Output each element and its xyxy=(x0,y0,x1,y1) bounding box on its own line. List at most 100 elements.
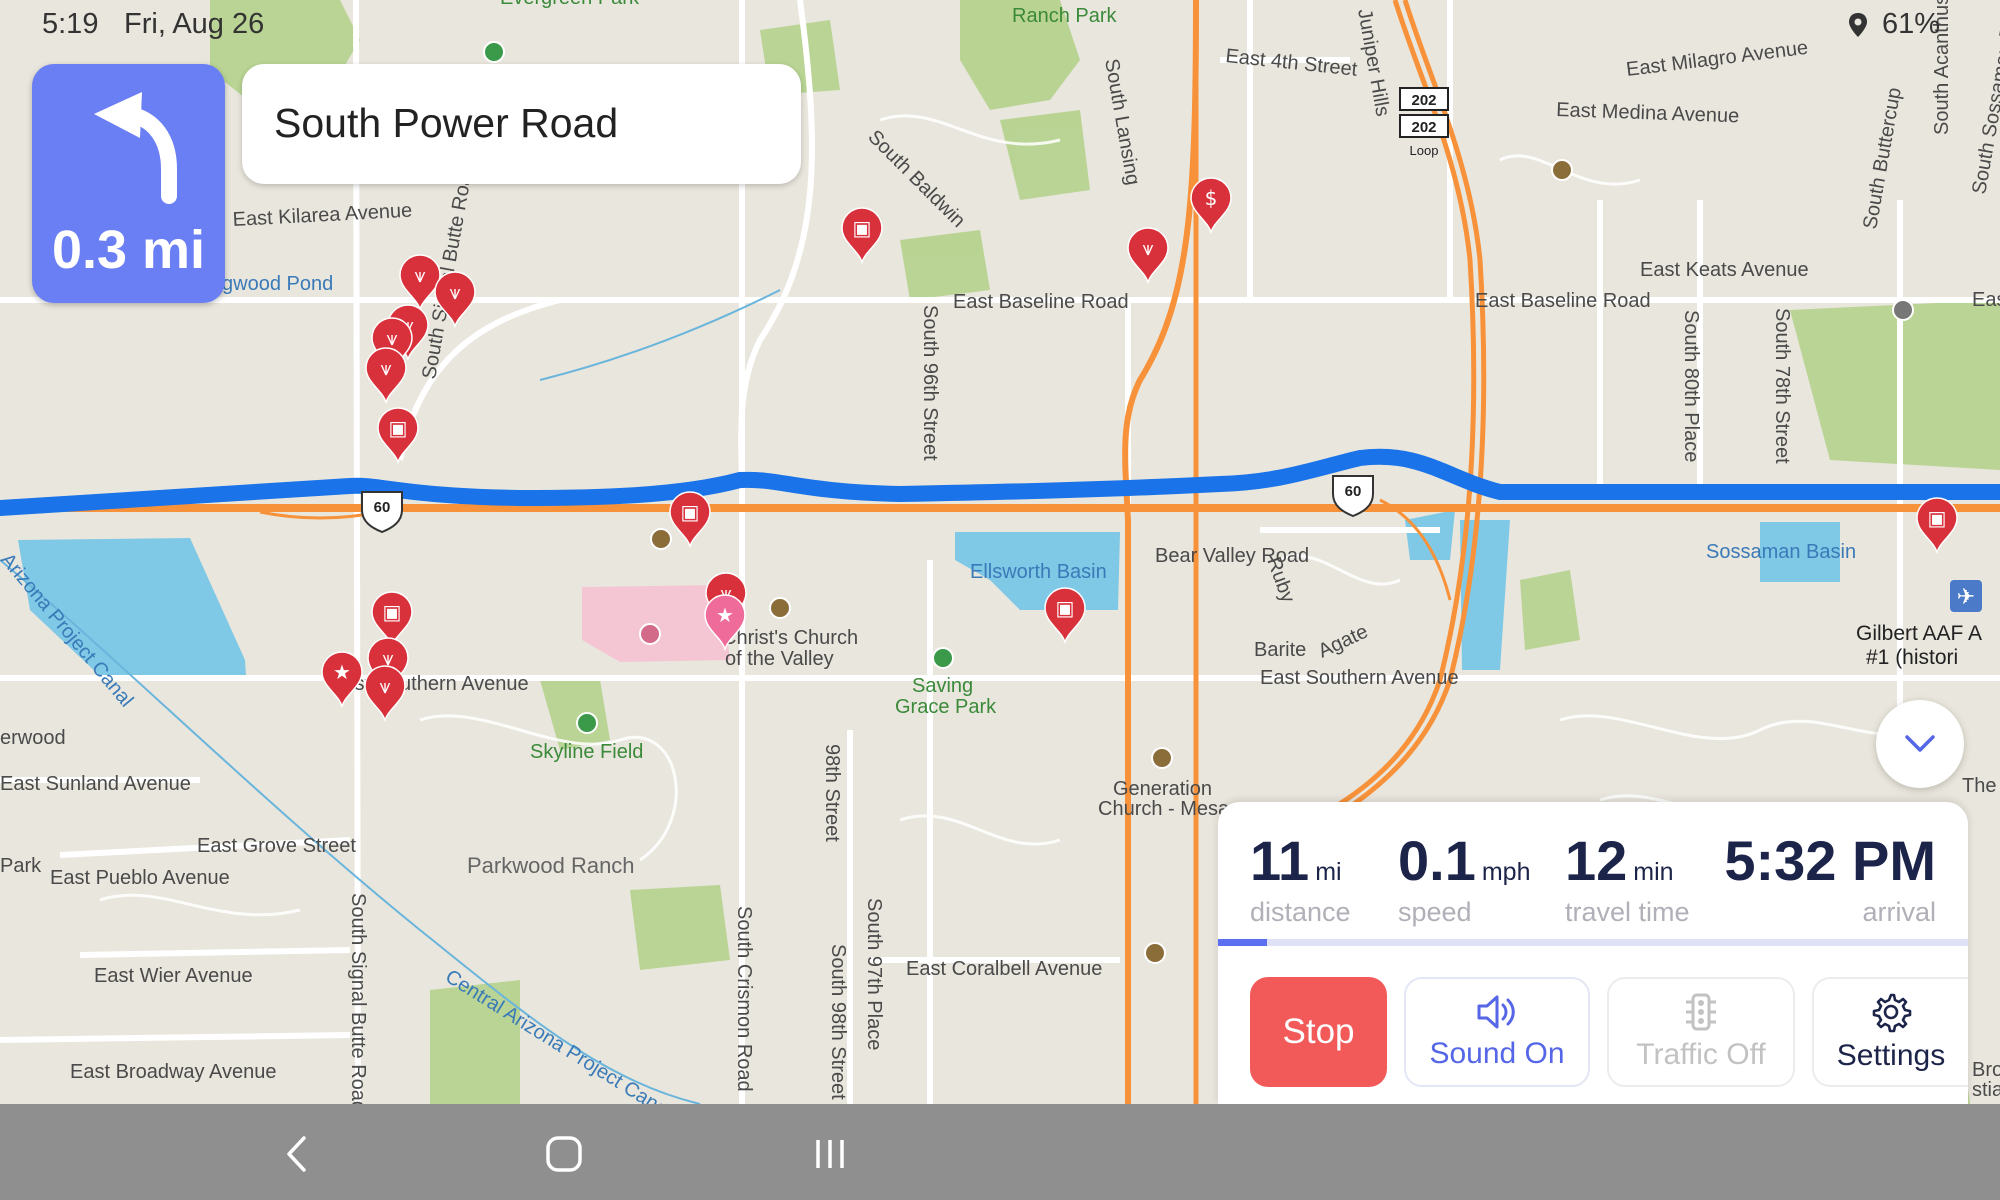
svg-text:▣: ▣ xyxy=(1056,596,1075,620)
map-label: South 80th Place xyxy=(1680,310,1702,462)
map-label: East Pueblo Avenue xyxy=(50,867,230,889)
map-label: South 78th Street xyxy=(1771,308,1793,464)
map-label: Park xyxy=(0,855,42,877)
place-dot-icon[interactable] xyxy=(769,597,791,619)
svg-text:▣: ▣ xyxy=(681,500,700,524)
route-progress-bar xyxy=(1218,939,1968,946)
map-label: South Signal Butte Road xyxy=(347,893,369,1104)
map-label: stia xyxy=(1972,1079,2000,1101)
home-icon[interactable] xyxy=(544,1134,584,1179)
route-progress-fill xyxy=(1218,939,1267,946)
map-label: South Crismon Road xyxy=(733,906,755,1092)
recents-icon[interactable] xyxy=(810,1134,850,1179)
hwy202-shield-a: 202 xyxy=(1411,92,1436,109)
map-label: Eas xyxy=(1972,289,2000,311)
map-label: East Baseline Road xyxy=(1475,290,1651,312)
svg-text:⩛: ⩛ xyxy=(1142,236,1153,260)
map-label: of the Valley xyxy=(725,648,834,670)
map-label: East Baseline Road xyxy=(953,291,1129,313)
arrival-stat: 5:32 PM arrival xyxy=(1724,828,1936,928)
stop-label: Stop xyxy=(1282,1012,1355,1051)
map-label: South 97th Place xyxy=(863,898,885,1050)
svg-text:⩛: ⩛ xyxy=(379,674,390,698)
stop-button[interactable]: Stop xyxy=(1250,977,1387,1087)
svg-text:▣: ▣ xyxy=(383,600,402,624)
battery-level: 61% xyxy=(1882,8,1941,40)
arrival-value: 5:32 PM xyxy=(1724,829,1936,892)
map-label: East Sunland Avenue xyxy=(0,773,191,795)
map-label: Saving xyxy=(912,675,973,697)
arrival-label: arrival xyxy=(1862,897,1936,927)
map-label: Parkwood Ranch xyxy=(467,853,635,878)
hwy60-shield-right: 60 xyxy=(1345,483,1362,500)
back-icon[interactable] xyxy=(282,1134,312,1179)
speaker-icon xyxy=(1477,995,1515,1029)
travel-time-value: 12 xyxy=(1565,829,1628,892)
map-label: gwood Pond xyxy=(222,273,333,295)
travel-time-label: travel time xyxy=(1565,897,1690,927)
map-label: Skyline Field xyxy=(530,741,643,763)
speed-unit: mph xyxy=(1481,858,1531,886)
settings-label: Settings xyxy=(1836,1039,1946,1072)
map-label: Generation xyxy=(1113,778,1212,800)
distance-label: distance xyxy=(1250,897,1351,927)
distance-value: 11 xyxy=(1250,829,1310,892)
svg-text:▣: ▣ xyxy=(389,416,408,440)
map-label: erwood xyxy=(0,727,66,749)
status-time: 5:19 xyxy=(42,8,99,40)
place-dot-icon[interactable] xyxy=(1551,159,1573,181)
distance-stat: 11 mi distance xyxy=(1250,828,1351,928)
next-street-card[interactable]: South Power Road xyxy=(242,64,801,184)
gear-icon xyxy=(1872,993,1912,1033)
traffic-label: Traffic Off xyxy=(1636,1038,1766,1071)
place-dot-icon[interactable] xyxy=(932,647,954,669)
map-label: East Coralbell Avenue xyxy=(906,958,1102,980)
map-label: South 98th Street xyxy=(827,944,849,1100)
svg-text:⩛: ⩛ xyxy=(380,356,391,380)
place-dot-icon[interactable] xyxy=(650,528,672,550)
sound-toggle-button[interactable]: Sound On xyxy=(1404,977,1590,1087)
map-label: South 96th Street xyxy=(919,305,941,461)
map-label: Broa xyxy=(1972,1059,2000,1081)
map-label: East Grove Street xyxy=(197,835,356,857)
distance-unit: mi xyxy=(1315,858,1342,886)
place-dot-icon[interactable] xyxy=(1144,942,1166,964)
map-label: Barite xyxy=(1254,639,1306,661)
map-label: East Wier Avenue xyxy=(94,965,253,987)
map-label: Sossaman Basin xyxy=(1706,541,1856,563)
loop-label: Loop xyxy=(1410,143,1439,158)
collapse-panel-button[interactable] xyxy=(1876,700,1964,788)
trip-panel: 11 mi distance 0.1 mph speed 12 min travel … xyxy=(1218,802,1968,1104)
map-label: Gilbert AAF A xyxy=(1856,622,1982,645)
speed-value: 0.1 xyxy=(1398,829,1476,892)
sound-label: Sound On xyxy=(1429,1037,1565,1070)
turn-left-icon xyxy=(84,84,194,209)
turn-instruction-card[interactable]: 0.3 mi xyxy=(32,64,225,303)
map-label: East Southern Avenue xyxy=(1260,667,1459,689)
map-label: East Keats Avenue xyxy=(1640,259,1809,281)
traffic-toggle-button[interactable]: Traffic Off xyxy=(1607,977,1795,1087)
place-dot-icon[interactable] xyxy=(1151,747,1173,769)
system-nav-bar xyxy=(0,1104,2000,1200)
svg-text:▣: ▣ xyxy=(1928,506,1947,530)
svg-text:★: ★ xyxy=(716,603,734,627)
place-dot-icon[interactable] xyxy=(1892,299,1914,321)
map-label: Church - Mesa xyxy=(1098,798,1230,820)
place-dot-icon[interactable] xyxy=(576,712,598,734)
settings-button[interactable]: Settings xyxy=(1812,977,1968,1087)
map-label: Grace Park xyxy=(895,696,997,718)
airplane-icon: ✈ xyxy=(1957,585,1975,610)
map-label: The C xyxy=(1962,775,2000,797)
place-dot-icon[interactable] xyxy=(639,623,661,645)
map-label: Ranch Park xyxy=(1012,5,1117,27)
location-icon xyxy=(1848,12,1868,38)
hwy60-shield-left: 60 xyxy=(374,499,391,516)
map-label: Ellsworth Basin xyxy=(970,561,1107,583)
map-label: 98th Street xyxy=(821,744,843,842)
status-date: Fri, Aug 26 xyxy=(124,8,265,40)
chevron-down-icon xyxy=(1904,734,1936,759)
hwy202-shield-b: 202 xyxy=(1411,119,1436,136)
place-dot-icon[interactable] xyxy=(483,41,505,63)
speed-label: speed xyxy=(1398,897,1472,927)
map-label: Christ's Church xyxy=(722,627,858,649)
